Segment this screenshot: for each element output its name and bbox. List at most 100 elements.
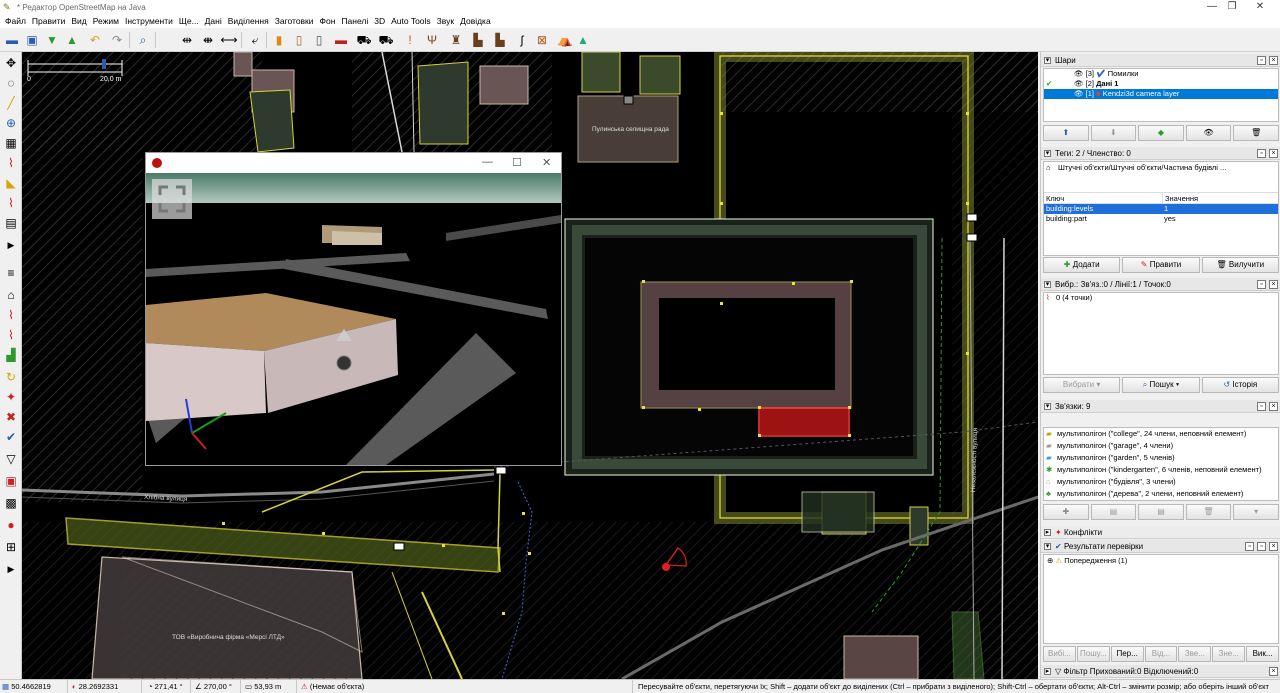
tab-search[interactable]: Пошу... [1076,646,1110,662]
layers-list[interactable]: 👁 [3] ✔ Помилки ✔ 👁 [2] Дані 1 👁 [1] ■ K… [1043,68,1279,122]
factory-icon[interactable]: ▙ [469,31,487,49]
tab-select[interactable]: Вибі... [1043,646,1076,662]
relations-list[interactable]: ▰ мультиполігон ("college", 24 члени, не… [1043,427,1279,501]
panel-dock-button[interactable]: ▫ [1257,402,1266,411]
panel-dock-button[interactable]: ▫ [1257,149,1266,158]
visibility-eye-icon[interactable]: 👁 [1074,69,1084,78]
panel-dock-button[interactable]: ▫ [1257,56,1266,65]
undo-icon[interactable]: ↶ [86,31,104,49]
close-button[interactable]: ✕ [1240,0,1280,14]
tab-report[interactable]: Зве... [1178,646,1212,662]
selection-toggle-icon[interactable]: ⌇ [2,306,20,324]
measure-toggle-icon[interactable]: ⊞ [2,538,20,556]
zoom-mode-icon[interactable]: ⊕ [2,114,20,132]
layers-panel-header[interactable]: ▾ Шари ▫ × [1041,54,1280,67]
picnic-icon[interactable]: ⛺ [556,31,574,49]
panel-dock-button[interactable]: ▫ [1257,280,1266,289]
menu-edit[interactable]: Правити [29,16,68,26]
tags-table[interactable]: ⌂ Штучні об'єкти/Штучні об'єкти/Частина … [1043,161,1279,256]
preset-car-icon[interactable]: ⛟ [355,31,373,49]
layers-toggle-icon[interactable]: ≡ [2,264,20,282]
new-relation-icon[interactable]: ✚ [1043,504,1089,520]
warnings-node[interactable]: ⊕ ⚠ Попередження (1) [1044,555,1278,567]
panel-dock-button[interactable]: ▫ [1257,542,1266,551]
panel-close-button[interactable]: × [1269,149,1278,158]
relation-item[interactable]: ▰ мультиполігон ("college", 24 члени, не… [1044,428,1278,440]
tags-panel-header[interactable]: ▾ Теги: 2 / Членство: 0 ▫ × [1041,147,1280,160]
preset-car2-icon[interactable]: ⛟ [377,31,395,49]
select-button[interactable]: Вибрати ▾ [1043,377,1121,393]
kendzi3d-titlebar[interactable]: — ☐ ✕ [146,153,561,173]
tag-row-selected[interactable]: building:levels 1 [1044,204,1278,214]
tag-row[interactable]: building:part yes [1044,214,1278,224]
panel-close-button[interactable]: × [1269,667,1278,676]
panel-close-button[interactable]: × [1269,280,1278,289]
zoom-icon[interactable]: ⌕ [134,31,152,49]
kendzi3d-window[interactable]: — ☐ ✕ [145,152,562,466]
lasso-mode-icon[interactable]: ◌ [2,74,20,92]
parallel-way-icon[interactable]: ◣ [2,174,20,192]
tab-ignore[interactable]: Від... [1144,646,1178,662]
mapillary-toggle-icon[interactable]: ● [2,516,20,534]
panel-close-button[interactable]: × [1269,402,1278,411]
delete-mode-icon[interactable]: ▦ [2,134,20,152]
notes-toggle-icon[interactable]: ▣ [2,472,20,490]
improve-way-icon[interactable]: ⌇ [2,154,20,172]
relations-panel-header[interactable]: ▾ Зв'язки: 9 ▫ × [1041,400,1280,413]
mountain-icon[interactable]: ▲ [574,31,592,49]
split-icon[interactable]: ⤶ [246,31,264,49]
menu-data[interactable]: Дані [202,16,225,26]
menu-imagery[interactable]: Фон [317,16,339,26]
menu-windows[interactable]: Панелі [338,16,371,26]
kendzi3d-close-button[interactable]: ✕ [542,156,551,169]
filter-toggle-icon[interactable]: ▽ [2,450,20,468]
validation-results[interactable]: ⊕ ⚠ Попередження (1) [1043,554,1279,644]
history-toggle-icon[interactable]: ▩ [2,494,20,512]
visibility-eye-icon[interactable]: 👁 [1074,79,1084,88]
menu-more-tools[interactable]: Ще... [176,16,202,26]
relation-item[interactable]: ⌂ мультиполігон ("будівля", 3 члени) [1044,476,1278,488]
tags-toggle-icon[interactable]: ⌂ [2,286,20,304]
draw-mode-icon[interactable]: ╱ [2,94,20,112]
menu-mode[interactable]: Режим [90,16,122,26]
kendzi3d-minimize-button[interactable]: — [482,156,493,168]
relation-item[interactable]: ▰ мультиполігон ("garage", 4 члени) [1044,440,1278,452]
distribute-icon[interactable]: ⇼ [199,31,217,49]
show-hide-icon[interactable]: 👁 [1185,125,1232,141]
filter-panel-header[interactable]: ▸ ▽ Фільтр Прихований:0 Відключений:0 × [1041,665,1280,678]
selection-item[interactable]: ⌇ 0 (4 точки) [1044,293,1278,303]
preset-door-icon[interactable]: ▯ [290,31,308,49]
collapse-toggle[interactable]: ▸ [1044,529,1051,536]
extrude-icon[interactable]: ⌇ [2,194,20,212]
move-down-icon[interactable]: ⬇ [1090,125,1137,141]
authors-toggle-icon[interactable]: ✖ [2,408,20,426]
tab-fix[interactable]: Вик... [1246,646,1280,662]
tag-key[interactable]: building:part [1046,214,1087,224]
relations-toggle-icon[interactable]: ⌇ [2,326,20,344]
tab-revalidate[interactable]: Пер... [1110,646,1144,662]
open-file-icon[interactable]: ▬ [3,31,21,49]
delete-layer-icon[interactable]: 🗑 [1233,125,1279,141]
collapse-toggle[interactable]: ▸ [1044,668,1051,675]
edit-tag-button[interactable]: ✎ Правити [1122,257,1200,273]
redo-icon[interactable]: ↷ [108,31,126,49]
delete-relation-icon[interactable]: 🗑 [1185,504,1232,520]
map-view[interactable]: 0 20,0 m Пулинська селищна рада ТОВ «Вир… [22,52,1038,679]
mapillary-icon[interactable]: ⊠ [533,31,551,49]
validation-toggle-icon[interactable]: ✔ [2,428,20,446]
search-button[interactable]: ⌕ Пошук ▾ [1122,377,1200,393]
preset-building-icon[interactable]: ▮ [270,31,288,49]
upload-icon[interactable]: ▲ [63,31,81,49]
align-icon[interactable]: ⇹ [178,31,196,49]
menu-presets[interactable]: Заготовки [272,16,317,26]
menu-view[interactable]: Вид [68,16,89,26]
save-icon[interactable]: ▣ [23,31,41,49]
panel-settings-button[interactable]: ▫ [1245,542,1254,551]
preset-link[interactable]: ⌂ Штучні об'єкти/Штучні об'єкти/Частина … [1044,162,1278,174]
validation-panel-header[interactable]: ▾ ✔ Результати перевірки ▫ ▫ × [1041,540,1280,553]
tag-key[interactable]: building:levels [1046,204,1093,214]
tag-value[interactable]: 1 [1164,204,1168,214]
duplicate-relation-icon[interactable]: ▤ [1138,504,1184,520]
delete-tag-button[interactable]: 🗑 Вилучити [1201,257,1279,273]
menu-tools[interactable]: Інструменти [122,16,176,26]
